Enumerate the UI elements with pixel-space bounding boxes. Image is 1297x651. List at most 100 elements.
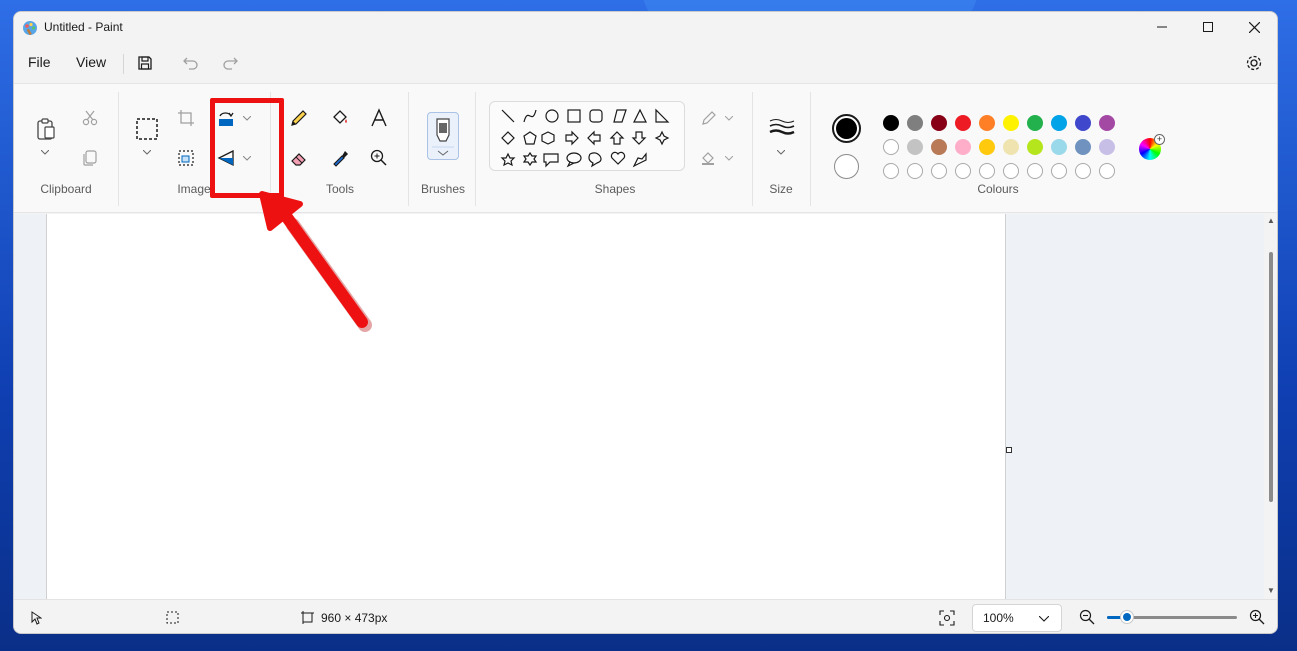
- maximize-button[interactable]: [1185, 12, 1231, 42]
- shapes-grid: [500, 108, 670, 168]
- fit-to-window-icon[interactable]: [939, 610, 955, 626]
- scroll-up-icon[interactable]: ▲: [1267, 216, 1275, 225]
- custom-colour-slot[interactable]: [931, 163, 947, 179]
- custom-colour-slot[interactable]: [1003, 163, 1019, 179]
- shape-outline-button[interactable]: [697, 106, 721, 130]
- menu-separator: [123, 54, 124, 74]
- menu-view[interactable]: View: [76, 54, 106, 70]
- color-picker-button[interactable]: [328, 146, 352, 170]
- canvas-size-icon: [301, 611, 314, 624]
- paste-dropdown[interactable]: [40, 147, 50, 157]
- colour-swatch[interactable]: [931, 115, 947, 131]
- edit-colours-button[interactable]: +: [1139, 134, 1165, 160]
- shape-fill-icon: [702, 152, 714, 165]
- colour-swatch[interactable]: [1075, 139, 1091, 155]
- custom-colour-slot[interactable]: [1027, 163, 1043, 179]
- cut-button[interactable]: [78, 106, 102, 130]
- eraser-icon: [291, 153, 306, 166]
- paste-button[interactable]: [33, 116, 59, 142]
- canvas-resize-handle[interactable]: [1006, 447, 1012, 453]
- brushes-button[interactable]: [427, 112, 459, 160]
- group-separator: [118, 92, 119, 206]
- group-label-tools: Tools: [325, 182, 354, 196]
- colour-swatch[interactable]: [883, 139, 899, 155]
- vertical-scrollbar[interactable]: ▲ ▼: [1264, 214, 1277, 599]
- select-dropdown[interactable]: [142, 147, 152, 157]
- chevron-down-icon: [725, 115, 733, 121]
- zoom-select[interactable]: 100%: [972, 604, 1062, 632]
- save-button[interactable]: [134, 52, 156, 74]
- eraser-button[interactable]: [287, 146, 311, 170]
- zoom-slider-thumb[interactable]: [1120, 611, 1133, 623]
- colour-swatch[interactable]: [1027, 115, 1043, 131]
- scroll-thumb[interactable]: [1269, 252, 1273, 502]
- menu-file[interactable]: File: [28, 54, 51, 70]
- colour-swatch[interactable]: [907, 139, 923, 155]
- rectangle-select-icon: [136, 118, 158, 140]
- custom-colour-slot[interactable]: [883, 163, 899, 179]
- minimize-button[interactable]: [1139, 12, 1185, 42]
- shape-fill-dropdown[interactable]: [724, 153, 734, 163]
- resize-button[interactable]: [174, 146, 198, 170]
- select-button[interactable]: [134, 116, 160, 142]
- colour-swatch[interactable]: [883, 115, 899, 131]
- colour-swatch[interactable]: [979, 139, 995, 155]
- custom-colour-slot[interactable]: [955, 163, 971, 179]
- magnifier-button[interactable]: [367, 146, 391, 170]
- selection-size-icon: [166, 611, 179, 624]
- fill-button[interactable]: [328, 106, 352, 130]
- colour-swatch[interactable]: [1051, 115, 1067, 131]
- zoom-in-icon[interactable]: [1249, 609, 1265, 625]
- colour-swatch[interactable]: [1099, 115, 1115, 131]
- redo-button[interactable]: [219, 52, 241, 74]
- custom-colour-slot[interactable]: [979, 163, 995, 179]
- size-dropdown[interactable]: [776, 147, 786, 157]
- window-title: Untitled - Paint: [44, 20, 123, 34]
- undo-button[interactable]: [180, 52, 202, 74]
- paint-app-icon: [23, 21, 37, 36]
- colour-swatch[interactable]: [907, 115, 923, 131]
- zoom-value: 100%: [983, 611, 1014, 625]
- group-separator: [475, 92, 476, 206]
- custom-colour-slot[interactable]: [1051, 163, 1067, 179]
- close-button[interactable]: [1231, 12, 1277, 42]
- primary-color-button[interactable]: [832, 114, 861, 143]
- colour-swatch[interactable]: [955, 115, 971, 131]
- custom-colour-slot[interactable]: [907, 163, 923, 179]
- shape-fill-button[interactable]: [697, 146, 721, 170]
- colour-swatch[interactable]: [1075, 115, 1091, 131]
- group-label-shapes: Shapes: [594, 182, 636, 196]
- group-separator: [810, 92, 811, 206]
- copy-button[interactable]: [78, 146, 102, 170]
- outline-icon: [702, 111, 716, 125]
- colour-swatch[interactable]: [979, 115, 995, 131]
- colour-swatch[interactable]: [1027, 139, 1043, 155]
- group-label-size: Size: [769, 182, 793, 196]
- zoom-out-icon[interactable]: [1079, 609, 1095, 625]
- gear-icon: [1246, 55, 1262, 71]
- crop-button[interactable]: [174, 106, 198, 130]
- colour-swatch[interactable]: [955, 139, 971, 155]
- shape-outline-dropdown[interactable]: [724, 113, 734, 123]
- text-icon: [371, 108, 387, 127]
- colour-swatch[interactable]: [1003, 115, 1019, 131]
- scroll-down-icon[interactable]: ▼: [1267, 586, 1275, 595]
- scissors-icon: [82, 110, 98, 126]
- resize-icon: [178, 150, 194, 166]
- custom-colour-slot[interactable]: [1099, 163, 1115, 179]
- ribbon-toolbar: Clipboard Image Tools Brushes Shapes Siz…: [14, 83, 1277, 213]
- pencil-icon: [291, 110, 307, 126]
- colour-swatch[interactable]: [1051, 139, 1067, 155]
- secondary-color-button[interactable]: [834, 154, 859, 179]
- size-button[interactable]: [766, 114, 798, 140]
- text-button[interactable]: [367, 106, 391, 130]
- drawing-canvas[interactable]: [46, 214, 1006, 599]
- settings-button[interactable]: [1243, 52, 1265, 74]
- annotation-highlight-box: [210, 98, 284, 198]
- pencil-button[interactable]: [287, 106, 311, 130]
- colour-swatch[interactable]: [931, 139, 947, 155]
- colour-swatch[interactable]: [1099, 139, 1115, 155]
- cursor-position-icon: [31, 611, 42, 625]
- custom-colour-slot[interactable]: [1075, 163, 1091, 179]
- colour-swatch[interactable]: [1003, 139, 1019, 155]
